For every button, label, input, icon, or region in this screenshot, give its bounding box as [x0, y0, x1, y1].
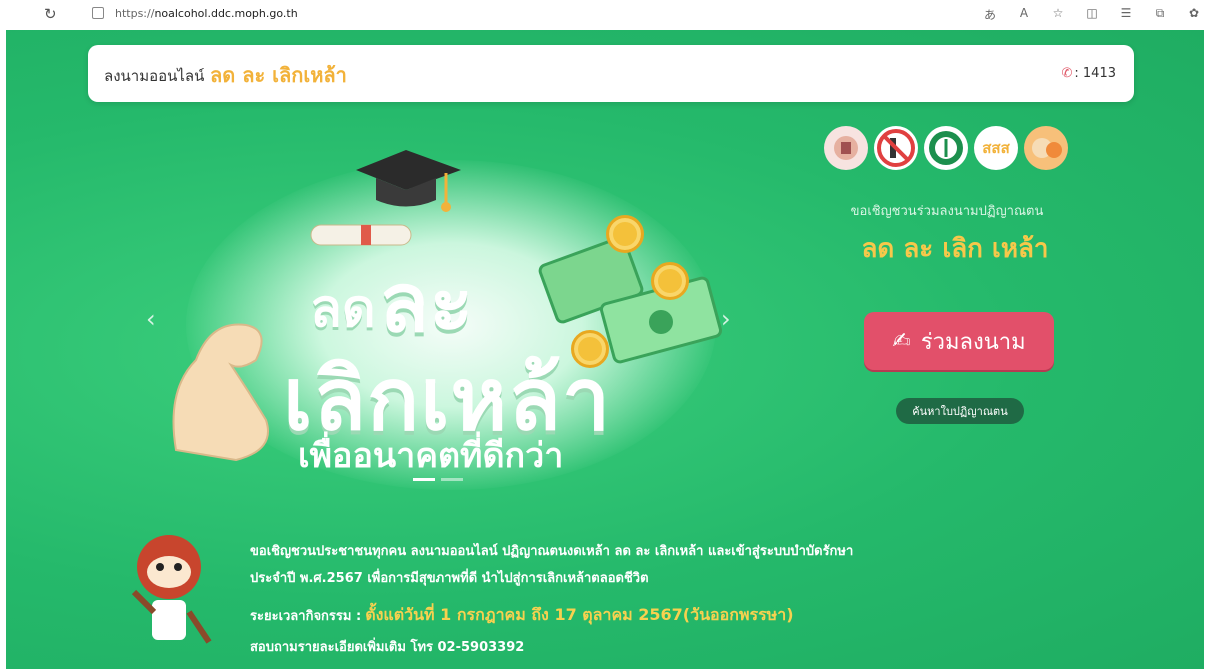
coin-icon — [651, 262, 689, 300]
coin-icon — [606, 215, 644, 253]
period-value: ตั้งแต่วันที่ 1 กรกฎาคม ถึง 17 ตุลาคม 25… — [365, 605, 794, 624]
url-host: noalcohol.ddc.moph.go.th — [154, 7, 298, 20]
collections-icon[interactable]: ⧉ — [1151, 6, 1169, 23]
header-highlight: ลด ละ เลิกเหล้า — [210, 63, 347, 87]
mascot-icon — [131, 535, 212, 644]
site-header: ลงนามออนไลน์ ลด ละ เลิกเหล้า ✆: 1413 — [88, 45, 1134, 102]
muscle-arm-icon — [172, 323, 269, 462]
contact-info: สอบถามรายละเอียดเพิ่มเติม โทร 02-5903392 — [250, 640, 525, 655]
read-aloud-icon[interactable]: A — [1015, 6, 1033, 23]
page: ลงนามออนไลน์ ลด ละ เลิกเหล้า ✆: 1413 ลด … — [6, 30, 1204, 669]
sss-logo: สสส — [974, 126, 1018, 170]
browser-actions: あ A ☆ ◫ ☰ ⧉ ✿ — [981, 6, 1203, 23]
reload-icon[interactable]: ↻ — [44, 5, 57, 23]
ministry-logo-icon — [824, 126, 868, 170]
info-paragraph-2: ประจำปี พ.ศ.2567 เพื่อการมีสุขภาพที่ดี น… — [250, 571, 649, 586]
favorites-list-icon[interactable]: ☰ — [1117, 6, 1135, 23]
browser-toolbar: ↻ https://noalcohol.ddc.moph.go.th あ A ☆… — [0, 0, 1209, 30]
carousel-dot[interactable] — [441, 478, 463, 481]
carousel-dot[interactable] — [413, 478, 435, 481]
mascot-logo-icon — [1024, 126, 1068, 170]
search-pledge-button[interactable]: ค้นหาใบปฏิญาณตน — [896, 398, 1024, 424]
url-prefix: https:// — [115, 7, 155, 20]
carousel-prev-icon[interactable]: ‹ — [146, 305, 156, 333]
split-screen-icon[interactable]: ◫ — [1083, 6, 1101, 23]
carousel-next-icon[interactable]: › — [721, 305, 731, 333]
header-title: ลงนามออนไลน์ — [104, 67, 205, 85]
carousel-indicators — [413, 478, 463, 481]
extension-icon[interactable]: ✿ — [1185, 6, 1203, 23]
address-bar[interactable]: https://noalcohol.ddc.moph.go.th — [115, 7, 298, 20]
partner-logos: สสส — [824, 126, 1068, 170]
moph-logo-icon — [924, 126, 968, 170]
translate-icon[interactable]: あ — [981, 6, 999, 23]
sign-edit-icon: ✍ — [892, 328, 911, 354]
hotline[interactable]: ✆: 1413 — [1061, 66, 1116, 81]
favorite-icon[interactable]: ☆ — [1049, 6, 1067, 23]
graduation-cap-icon — [356, 150, 461, 212]
slogan: ลด ละ เลิก เหล้า — [861, 234, 1049, 264]
lock-icon[interactable] — [92, 7, 104, 19]
activity-period: ระยะเวลากิจกรรม : ตั้งแต่วันที่ 1 กรกฎาคม… — [250, 603, 794, 628]
hero-subtitle: เพื่ออนาคตที่ดีกว่า — [298, 436, 564, 476]
info-paragraph-1: ขอเชิญชวนประชาชนทุกคน ลงนามออนไลน์ ปฏิญา… — [250, 544, 854, 559]
invite-text: ขอเชิญชวนร่วมลงนามปฏิญาณตน — [850, 204, 1044, 219]
no-alcohol-logo-icon — [874, 126, 918, 170]
period-label: ระยะเวลากิจกรรม : — [250, 609, 362, 624]
hotline-number: : 1413 — [1074, 66, 1116, 81]
sign-pledge-label: ร่วมลงนาม — [920, 329, 1026, 355]
phone-icon: ✆ — [1061, 66, 1073, 81]
sign-pledge-button[interactable]: ✍ ร่วมลงนาม — [864, 312, 1054, 370]
